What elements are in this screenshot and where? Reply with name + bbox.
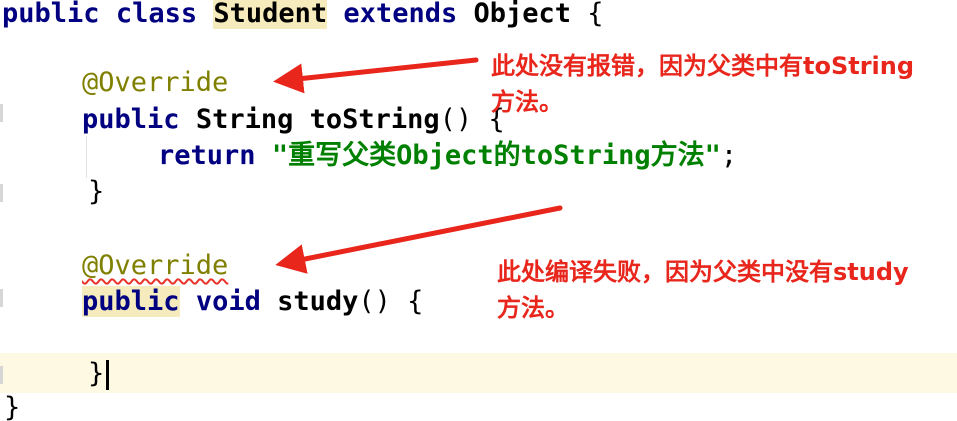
arrow-to-override-1 <box>273 57 479 94</box>
note-compile-fail-line1: 此处编译失败，因为父类中没有study <box>497 258 909 286</box>
note-compile-fail-line2: 方法。 <box>497 294 569 322</box>
note-no-error-line1: 此处没有报错，因为父类中有toString <box>491 52 915 80</box>
note-no-error-line2: 方法。 <box>491 88 563 116</box>
code-editor[interactable]: public class Student extends Object { @O… <box>0 0 957 421</box>
